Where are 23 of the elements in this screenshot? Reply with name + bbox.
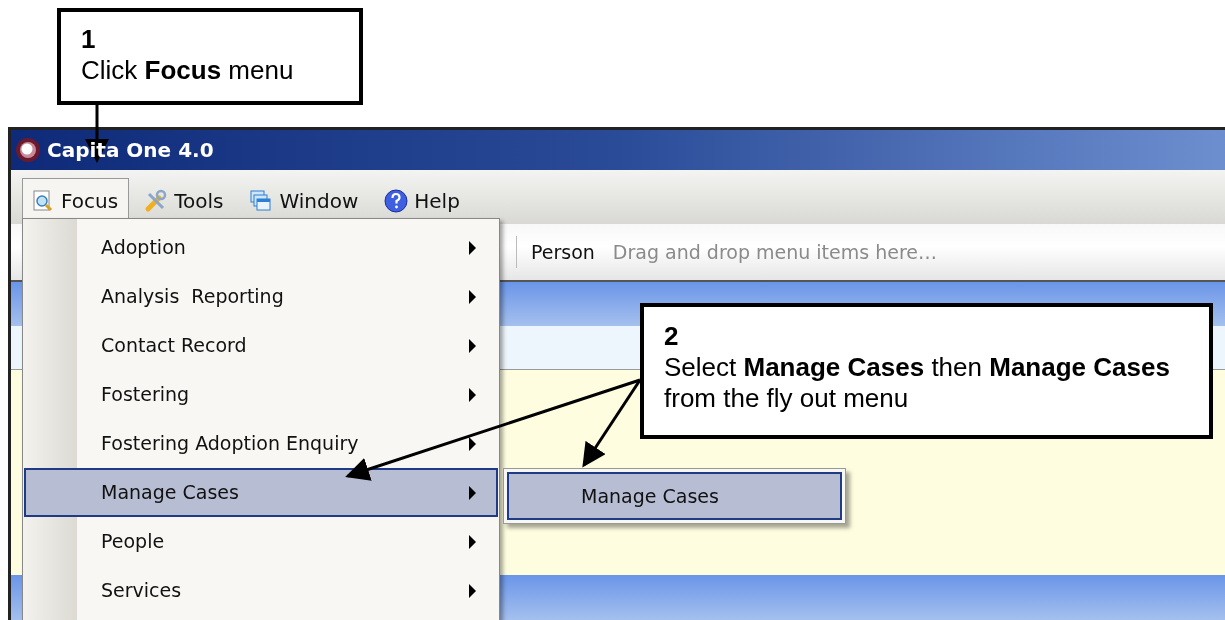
app-logo-icon [15, 137, 41, 163]
window-title: Capita One 4.0 [47, 137, 214, 164]
toolbar-item[interactable]: Person [531, 237, 595, 267]
toolbar-hint: Drag and drop menu items here… [612, 239, 937, 265]
callout-text: Click Focus menu [81, 55, 295, 87]
help-icon [384, 189, 409, 213]
callout-number: 2 [664, 321, 680, 353]
menu-item[interactable]: Services [24, 566, 498, 615]
search-icon [31, 189, 55, 213]
menu-item[interactable]: People [24, 517, 498, 566]
callout-text: Select Manage Cases then Manage Cases from the fly out menu [664, 352, 1171, 415]
menu-item[interactable]: Manage Cases [24, 468, 498, 517]
menu-item[interactable]: Analysis Reporting [24, 272, 498, 321]
menu-item[interactable]: Manage Cases [507, 472, 842, 520]
windows-icon [249, 189, 274, 213]
menu-item[interactable]: Tools [135, 178, 235, 224]
callout-number: 1 [81, 24, 97, 56]
menu-item[interactable]: Fostering Adoption Enquiry [24, 419, 498, 468]
menu-item[interactable]: Contact Record [24, 321, 498, 370]
tools-icon [144, 189, 169, 213]
menu-item[interactable]: Fostering [24, 370, 498, 419]
menu-item[interactable]: Help [375, 178, 471, 224]
menu-item[interactable]: Adoption [24, 223, 498, 272]
